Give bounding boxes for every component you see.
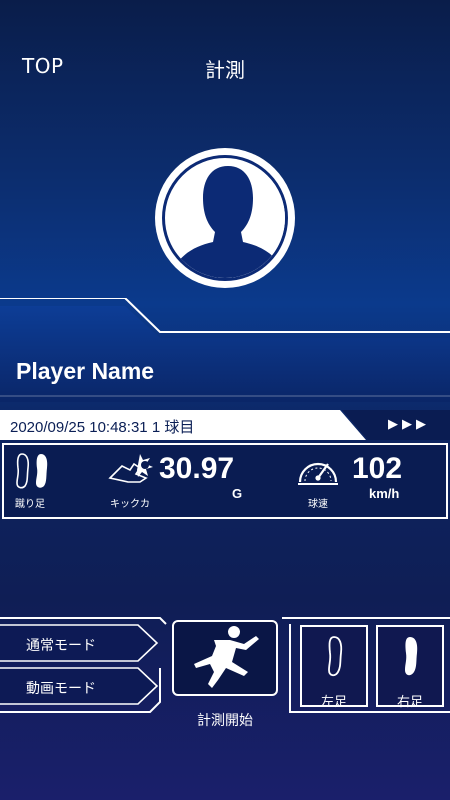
shot-count: 1 球目 — [151, 419, 195, 436]
start-measure-label: 計測開始 — [197, 713, 253, 729]
right-foot-label: 右足 — [396, 695, 423, 710]
speed-unit: km/h — [369, 486, 400, 501]
avatar-frame — [162, 155, 288, 281]
datetime: 2020/09/25 10:48:31 — [10, 419, 148, 436]
foot-label: 蹴り足 — [15, 499, 45, 510]
right-foot-button[interactable]: 右足 — [376, 625, 444, 710]
start-measure-button[interactable] — [172, 620, 278, 696]
avatar[interactable] — [155, 148, 295, 288]
player-panel — [0, 298, 450, 402]
person-silhouette-icon — [168, 161, 285, 278]
kick-unit: G — [232, 486, 243, 501]
kick-value: 30.97 — [159, 452, 235, 485]
left-foot-icon — [328, 636, 343, 677]
measurement-info: 2020/09/25 10:48:31 1 球目 — [10, 416, 194, 437]
left-foot-button[interactable]: 左足 — [300, 625, 368, 710]
kicking-player-icon — [194, 626, 259, 688]
kick-label: キックカ — [110, 499, 150, 510]
video-mode-button[interactable]: 動画モード — [26, 678, 96, 698]
speedometer-icon — [298, 462, 338, 485]
left-foot-label: 左足 — [320, 695, 347, 710]
speed-label: 球速 — [308, 499, 328, 510]
next-arrows[interactable]: ▶▶▶ — [388, 417, 430, 432]
page-title: 計測 — [205, 58, 245, 82]
normal-mode-button[interactable]: 通常モード — [26, 635, 96, 655]
player-name: Player Name — [16, 358, 155, 384]
speed-value: 102 — [352, 452, 403, 485]
feet-icon — [16, 453, 48, 489]
right-foot-icon — [405, 637, 418, 676]
kick-icon — [108, 454, 153, 483]
